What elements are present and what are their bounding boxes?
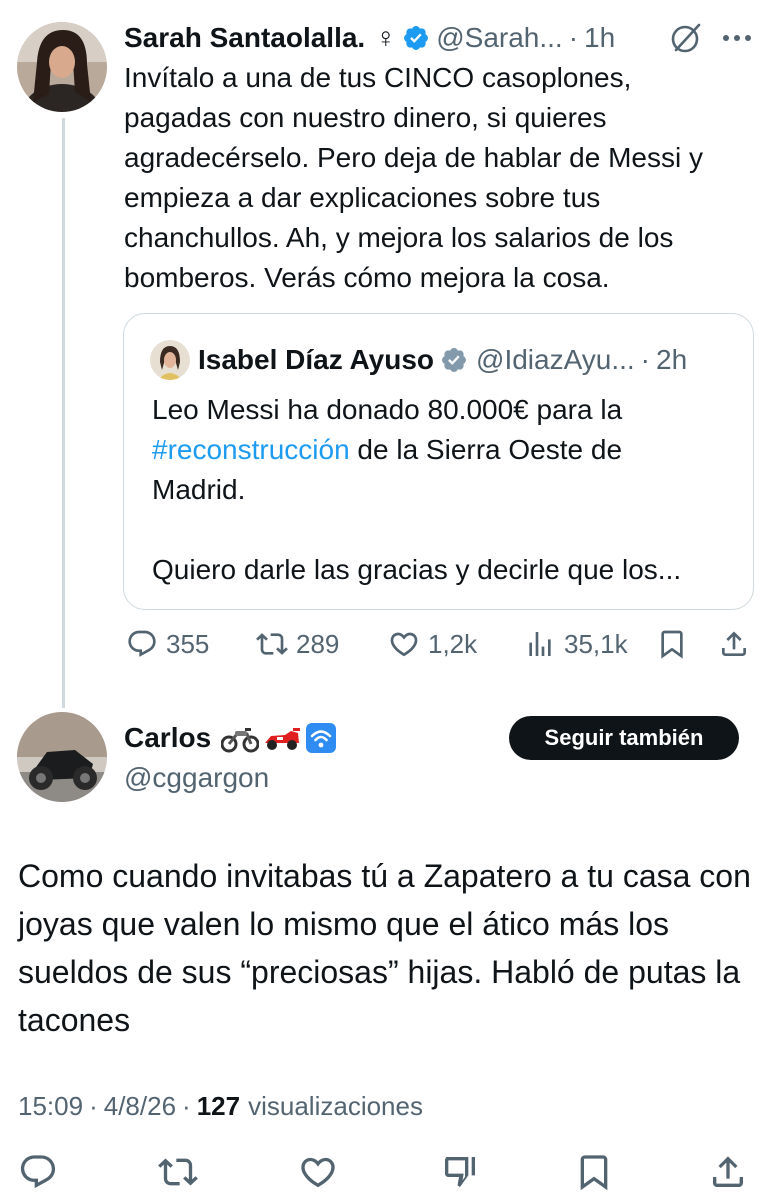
thread-connector-line bbox=[62, 118, 65, 708]
like-button[interactable]: 1,2k bbox=[388, 622, 477, 666]
gender-symbol: ♀ bbox=[375, 22, 397, 53]
quoted-timestamp: 2h bbox=[656, 344, 688, 375]
repost-button[interactable]: 289 bbox=[256, 622, 339, 666]
repost-icon bbox=[256, 633, 288, 655]
quoted-tweet-header: Isabel Díaz Ayuso @IdiazAyu... · 2h bbox=[150, 340, 687, 380]
hashtag-link[interactable]: #reconstrucción bbox=[152, 434, 350, 465]
like-icon bbox=[390, 632, 418, 657]
quoted-tweet-text: Leo Messi ha donado 80.000€ para la #rec… bbox=[152, 390, 742, 590]
author-handle[interactable]: @Sarah... bbox=[436, 22, 562, 54]
tweet-text: Como cuando invitabas tú a Zapatero a tu… bbox=[18, 858, 751, 1038]
share-button[interactable] bbox=[718, 622, 758, 666]
author-handle[interactable]: @cggargon bbox=[124, 758, 269, 798]
reply-icon bbox=[128, 630, 156, 657]
quote-line-1: Leo Messi ha donado 80.000€ para la bbox=[152, 394, 623, 425]
share-button[interactable] bbox=[708, 1152, 748, 1192]
verified-badge-icon bbox=[402, 24, 430, 52]
bookmark-button[interactable] bbox=[574, 1152, 614, 1192]
views-button[interactable]: 35,1k bbox=[524, 622, 628, 666]
separator: · bbox=[89, 1090, 98, 1121]
avatar bbox=[150, 340, 190, 380]
author-name[interactable]: Sarah Santaolalla. bbox=[124, 22, 365, 54]
quoted-author-name: Isabel Díaz Ayuso bbox=[198, 344, 435, 375]
wifi-icon bbox=[306, 723, 337, 753]
quoted-author-handle: @IdiazAyu... bbox=[476, 344, 635, 375]
quote-text-after-hashtag: de la Sierra Oeste de bbox=[349, 434, 623, 465]
racing-car-icon bbox=[265, 728, 301, 750]
avatar[interactable] bbox=[17, 712, 107, 802]
avatar[interactable] bbox=[17, 22, 107, 112]
verified-badge-icon bbox=[440, 346, 468, 374]
quote-paragraph-gap bbox=[152, 510, 742, 550]
views-count: 35,1k bbox=[564, 628, 628, 659]
share-icon bbox=[713, 1156, 743, 1187]
reply-icon bbox=[20, 1155, 56, 1189]
views-count: 127 bbox=[196, 1090, 241, 1121]
reply-count: 355 bbox=[166, 628, 210, 659]
bookmark-button[interactable] bbox=[656, 622, 696, 666]
motorcycle-icon bbox=[221, 728, 260, 753]
tweet-action-bar: 355 289 1,2k 35,1k bbox=[124, 622, 760, 666]
share-icon bbox=[722, 631, 746, 656]
follow-button[interactable]: Seguir también bbox=[509, 716, 739, 760]
dislike-button[interactable] bbox=[440, 1152, 480, 1192]
reply-button[interactable]: 355 bbox=[126, 622, 209, 666]
timestamp[interactable]: 1h bbox=[584, 22, 615, 54]
like-icon bbox=[301, 1157, 335, 1188]
reply-button[interactable] bbox=[18, 1152, 58, 1192]
like-button[interactable] bbox=[298, 1152, 338, 1192]
repost-button[interactable] bbox=[158, 1152, 198, 1192]
quote-line-2: #reconstrucción de la Sierra Oeste de bbox=[152, 430, 742, 470]
tweet-text: Invítalo a una de tus CINCO casoplones, … bbox=[124, 62, 704, 293]
reply-author-name-row: Carlos bbox=[124, 718, 341, 758]
bottom-action-bar bbox=[0, 1148, 772, 1196]
bookmark-icon bbox=[661, 630, 683, 659]
author-name[interactable]: Carlos bbox=[124, 722, 211, 754]
grok-icon[interactable] bbox=[668, 20, 704, 56]
repost-count: 289 bbox=[296, 628, 340, 659]
date[interactable]: 4/8/26 bbox=[104, 1091, 176, 1122]
bookmark-icon bbox=[580, 1155, 608, 1191]
separator: · bbox=[182, 1090, 191, 1121]
separator: · bbox=[568, 22, 579, 53]
timestamp[interactable]: 15:09 bbox=[18, 1091, 83, 1122]
repost-icon bbox=[158, 1158, 198, 1186]
dislike-icon bbox=[445, 1157, 475, 1187]
views-icon bbox=[529, 632, 551, 656]
more-icon[interactable] bbox=[722, 30, 752, 46]
tweet-metadata: 15:09 · 4/8/26 · 127 visualizaciones bbox=[18, 1086, 423, 1126]
quoted-tweet-card[interactable]: Isabel Díaz Ayuso @IdiazAyu... · 2h Leo … bbox=[123, 313, 754, 610]
quote-line-3: Madrid. bbox=[152, 474, 246, 505]
like-count: 1,2k bbox=[428, 628, 478, 659]
name-emojis bbox=[221, 722, 341, 754]
separator: · bbox=[640, 344, 650, 375]
views-label: visualizaciones bbox=[248, 1090, 423, 1121]
quote-line-4: Quiero darle las gracias y decirle que l… bbox=[152, 554, 682, 585]
